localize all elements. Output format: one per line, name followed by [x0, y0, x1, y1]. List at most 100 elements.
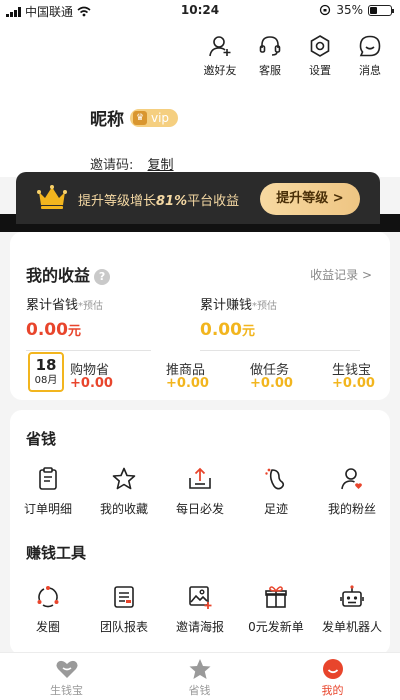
- customer-service-button[interactable]: 客服: [252, 34, 288, 78]
- promote-goods-value: +0.00: [166, 376, 209, 391]
- earn-section-title: 赚钱工具: [26, 544, 87, 562]
- invite-friend-button[interactable]: 邀好友: [202, 34, 238, 78]
- nickname: 昵称: [90, 110, 124, 130]
- earnings-title: 我的收益?: [26, 262, 111, 286]
- messages-button[interactable]: 消息: [352, 34, 388, 78]
- tab-money-treasure-label: 生钱宝: [50, 684, 83, 697]
- post-moments-button[interactable]: 发圈: [10, 584, 86, 635]
- my-fans-label: 我的粉丝: [327, 502, 376, 516]
- profile-header: 邀好友 客服 设置 消息 昵称 ♛ vip 邀请码: 复制: [0, 22, 400, 177]
- team-report-label: 团队报表: [99, 620, 148, 634]
- settings-button[interactable]: 设置: [302, 34, 338, 78]
- saved-amount: 0.00: [26, 320, 68, 340]
- earnings-records-link[interactable]: 收益记录 >: [310, 266, 372, 283]
- my-fans-button[interactable]: 我的粉丝: [314, 466, 390, 517]
- star-tab-icon: [189, 659, 210, 679]
- upgrade-percent: 81%: [156, 194, 188, 209]
- saved-total-value: 0.00元: [26, 320, 81, 340]
- earned-total-text: 累计赚钱: [200, 298, 253, 313]
- earn-grid: 发圈 团队报表 邀请海报 0元发新单 发单机器人: [10, 584, 390, 635]
- report-icon: [114, 586, 134, 608]
- help-icon[interactable]: ?: [94, 269, 111, 285]
- settings-label: 设置: [309, 64, 331, 77]
- money-treasure-value: +0.00: [332, 376, 375, 391]
- copy-link[interactable]: 复制: [148, 158, 174, 173]
- tools-card: 省钱 订单明细 我的收藏 每日必发 足迹 我的粉丝 赚钱工具 发圈 团队报表 邀…: [10, 410, 390, 655]
- order-robot-button[interactable]: 发单机器人: [314, 584, 390, 635]
- saved-total-text: 累计省钱: [26, 298, 79, 313]
- bottom-tab-bar: 生钱宝 省钱 我的: [0, 652, 400, 700]
- tab-save-money[interactable]: 省钱: [133, 653, 266, 700]
- earned-currency: 元: [241, 324, 255, 339]
- tab-mine-label: 我的: [321, 684, 344, 697]
- daily-post-label: 每日必发: [175, 502, 224, 516]
- orientation-lock-icon: [320, 4, 331, 16]
- heart-tab-icon: [56, 660, 77, 678]
- earned-total-value: 0.00元: [200, 320, 255, 340]
- footprint-label: 足迹: [263, 502, 288, 516]
- vip-badge: ♛ vip: [130, 108, 179, 127]
- earnings-title-text: 我的收益: [26, 266, 91, 285]
- saved-estimate-note: *预估: [78, 301, 104, 312]
- headset-icon: [259, 36, 281, 56]
- upgrade-text-post: 平台收益: [187, 194, 240, 209]
- post-moments-label: 发圈: [35, 620, 60, 634]
- messages-label: 消息: [359, 64, 381, 77]
- earnings-card: 我的收益? 收益记录 > 累计省钱*预估 0.00元 累计赚钱*预估 0.00元…: [10, 232, 390, 400]
- invite-poster-label: 邀请海报: [175, 620, 224, 634]
- fans-icon: [341, 468, 362, 490]
- calendar-month: 08月: [34, 375, 58, 386]
- invite-code-row: 邀请码: 复制: [90, 154, 174, 173]
- save-grid: 订单明细 我的收藏 每日必发 足迹 我的粉丝: [10, 466, 390, 517]
- earned-estimate-note: *预估: [252, 301, 278, 312]
- upgrade-banner: 提升等级增长81%平台收益 提升等级 >: [16, 172, 380, 224]
- battery-fill: [370, 6, 377, 14]
- my-favorites-button[interactable]: 我的收藏: [86, 466, 162, 517]
- customer-service-label: 客服: [259, 64, 281, 77]
- battery-percent: 35%: [336, 3, 363, 17]
- zero-yuan-order-button[interactable]: 0元发新单: [238, 584, 314, 635]
- gift-icon: [265, 586, 287, 608]
- earned-total-label: 累计赚钱*预估: [200, 294, 277, 313]
- nickname-row: 昵称 ♛ vip: [90, 105, 179, 130]
- message-icon: [359, 35, 381, 57]
- footprint-button[interactable]: 足迹: [238, 466, 314, 517]
- footprint-icon: [265, 468, 285, 490]
- add-user-icon: [209, 36, 231, 57]
- team-report-button[interactable]: 团队报表: [86, 584, 162, 635]
- status-right: 35%: [319, 3, 394, 17]
- circle-share-icon: [37, 586, 59, 608]
- smile-tab-icon: [322, 659, 343, 679]
- invite-friend-label: 邀好友: [203, 64, 237, 77]
- daily-post-button[interactable]: 每日必发: [162, 466, 238, 517]
- order-detail-label: 订单明细: [23, 502, 72, 516]
- tab-save-money-label: 省钱: [188, 684, 211, 697]
- upgrade-text: 提升等级增长81%平台收益: [78, 190, 239, 209]
- vip-crown-icon: ♛: [133, 110, 147, 125]
- poster-icon: [189, 586, 212, 609]
- my-favorites-label: 我的收藏: [99, 502, 148, 516]
- earned-amount: 0.00: [200, 320, 242, 340]
- invite-poster-button[interactable]: 邀请海报: [162, 584, 238, 635]
- status-bar: 中国联通 10:24 35%: [0, 0, 400, 22]
- save-section-title: 省钱: [26, 430, 57, 448]
- gear-icon: [310, 35, 330, 57]
- divider-right: [200, 350, 360, 351]
- vip-label: vip: [151, 110, 170, 125]
- calendar-badge: 18 08月: [28, 352, 64, 392]
- tab-mine[interactable]: 我的: [266, 653, 399, 700]
- robot-icon: [340, 585, 364, 607]
- shopping-save-value: +0.00: [70, 376, 113, 391]
- zero-yuan-order-label: 0元发新单: [248, 620, 304, 634]
- calendar-day: 18: [35, 356, 57, 374]
- saved-total-label: 累计省钱*预估: [26, 294, 103, 313]
- upgrade-text-pre: 提升等级增长: [78, 194, 157, 209]
- order-detail-button[interactable]: 订单明细: [10, 466, 86, 517]
- battery-icon: [368, 4, 394, 16]
- tab-money-treasure[interactable]: 生钱宝: [0, 653, 133, 700]
- order-robot-label: 发单机器人: [321, 620, 382, 634]
- star-icon: [112, 467, 136, 490]
- upgrade-button[interactable]: 提升等级 >: [260, 183, 360, 215]
- header-actions: 邀好友 客服 设置 消息: [202, 34, 388, 78]
- invite-code-label: 邀请码:: [90, 158, 134, 173]
